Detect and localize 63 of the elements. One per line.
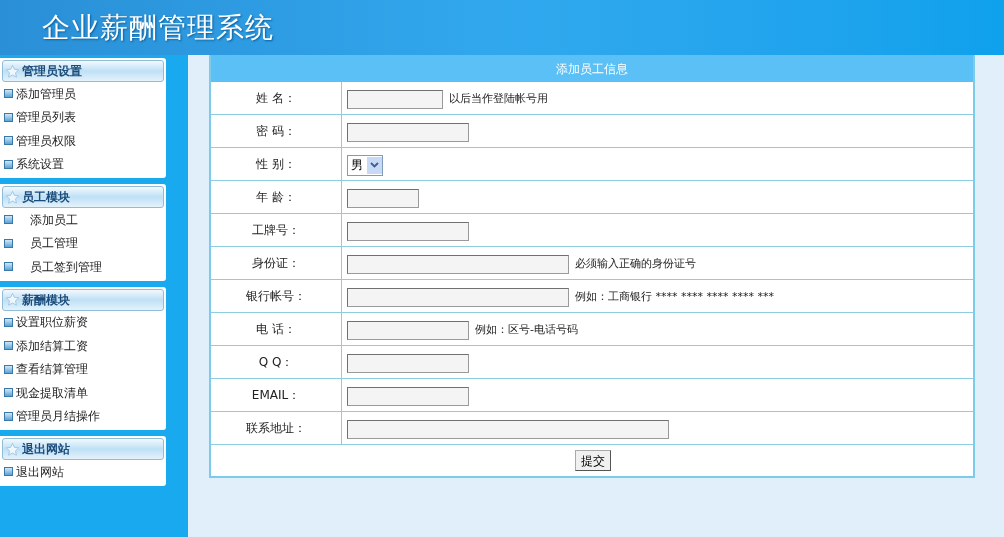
- menu-item[interactable]: 现金提取清单: [16, 383, 88, 402]
- text-field[interactable]: [347, 386, 469, 406]
- gender-select[interactable]: 男: [347, 154, 383, 176]
- star-icon: [5, 292, 20, 307]
- square-bullet-icon: [4, 89, 13, 99]
- square-bullet-icon: [4, 238, 13, 248]
- field-label: Q Q：: [211, 346, 342, 378]
- field-label: 身份证：: [211, 247, 342, 279]
- system-title: 企业薪酬管理系统: [42, 9, 274, 46]
- field-hint: 例如：区号-电话号码: [475, 321, 578, 338]
- square-bullet-icon: [4, 341, 13, 351]
- square-bullet-icon: [4, 388, 13, 398]
- field-label: EMAIL：: [211, 379, 342, 411]
- text-field[interactable]: [347, 89, 443, 109]
- square-bullet-icon: [4, 317, 13, 327]
- field-hint: 例如：工商银行 **** **** **** **** ***: [575, 288, 774, 305]
- menu-item[interactable]: 管理员月结操作: [16, 407, 100, 426]
- text-field[interactable]: [347, 287, 569, 307]
- star-icon: [5, 189, 20, 205]
- text-field[interactable]: [347, 188, 419, 208]
- menu-item[interactable]: 管理员权限: [16, 131, 76, 150]
- star-icon: [5, 441, 20, 457]
- field-label: 性 别：: [211, 148, 342, 180]
- menu-group-title: 薪酬模块: [22, 291, 70, 309]
- field-label: 工牌号：: [211, 214, 342, 246]
- square-bullet-icon: [4, 136, 13, 146]
- menu-item[interactable]: 管理员列表: [16, 108, 76, 127]
- submit-button[interactable]: 提交: [575, 450, 611, 471]
- menu-item[interactable]: 添加管理员: [16, 84, 76, 103]
- field-label: 年 龄：: [211, 181, 342, 213]
- square-bullet-icon: [4, 112, 13, 122]
- star-icon: [5, 63, 20, 79]
- square-bullet-icon: [4, 159, 13, 169]
- menu-item[interactable]: 添加员工: [30, 210, 78, 229]
- field-label: 姓 名：: [211, 82, 342, 114]
- field-label: 联系地址：: [211, 412, 342, 444]
- square-bullet-icon: [4, 411, 13, 421]
- square-bullet-icon: [4, 364, 13, 374]
- menu-item[interactable]: 员工签到管理: [30, 257, 102, 276]
- square-bullet-icon: [4, 467, 13, 477]
- text-field[interactable]: [347, 320, 469, 340]
- menu-item[interactable]: 查看结算管理: [16, 360, 88, 379]
- form-title: 添加员工信息: [556, 60, 628, 78]
- text-field[interactable]: [347, 419, 669, 439]
- menu-group-title: 管理员设置: [22, 63, 82, 80]
- menu-group-title: 退出网站: [22, 441, 70, 458]
- text-field[interactable]: [347, 221, 469, 241]
- text-field[interactable]: [347, 254, 569, 274]
- field-hint: 必须输入正确的身份证号: [575, 255, 696, 272]
- square-bullet-icon: [4, 215, 13, 225]
- field-label: 电 话：: [211, 313, 342, 345]
- field-label: 密 码：: [211, 115, 342, 147]
- field-hint: 以后当作登陆帐号用: [449, 90, 548, 107]
- text-field[interactable]: [347, 353, 469, 373]
- field-label: 银行帐号：: [211, 280, 342, 312]
- menu-item[interactable]: 设置职位薪资: [16, 313, 88, 332]
- menu-item[interactable]: 添加结算工资: [16, 336, 88, 355]
- text-field[interactable]: [347, 122, 469, 142]
- menu-group-title: 员工模块: [22, 189, 70, 206]
- menu-item[interactable]: 退出网站: [16, 462, 64, 481]
- square-bullet-icon: [4, 262, 13, 272]
- menu-item[interactable]: 员工管理: [30, 234, 78, 253]
- menu-item[interactable]: 系统设置: [16, 155, 64, 174]
